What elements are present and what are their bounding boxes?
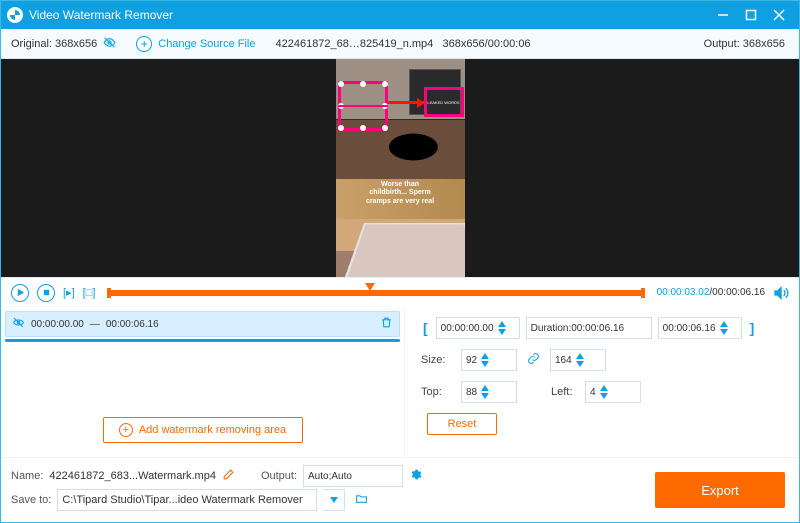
app-title: Video Watermark Remover <box>29 8 173 22</box>
duration-field[interactable]: Duration:00:00:06.16 <box>526 317 652 339</box>
size-height-field[interactable]: 164 <box>550 349 606 371</box>
playback-controls: [▸] [□] 00:00:03.02/00:00:06.16 <box>1 277 799 307</box>
range-out-field[interactable]: 00:00:06.16 <box>658 317 742 339</box>
watermark-properties-panel: [ 00:00:00.00 Duration:00:00:06.16 00:00… <box>405 307 799 457</box>
spinner-down-icon[interactable] <box>718 328 730 336</box>
saveto-label: Save to: <box>11 494 51 506</box>
video-caption: Worse than childbirth... Sperm cramps ar… <box>344 181 457 206</box>
watermark-region-icon <box>12 316 25 332</box>
export-button[interactable]: Export <box>655 472 785 508</box>
mark-out-button[interactable]: [□] <box>83 284 96 302</box>
size-label: Size: <box>421 354 455 366</box>
spinner-down-icon[interactable] <box>574 360 586 368</box>
play-button[interactable] <box>11 284 29 302</box>
spinner-down-icon[interactable] <box>598 392 610 400</box>
change-source-label: Change Source File <box>158 38 255 50</box>
bracket-in-icon[interactable]: [ <box>421 320 430 336</box>
segment-end: 00:00:06.16 <box>106 319 159 330</box>
spinner-down-icon[interactable] <box>479 360 491 368</box>
result-box: LEAKED WORDS <box>424 87 464 117</box>
plus-icon: + <box>136 36 152 52</box>
plus-icon: + <box>119 423 133 437</box>
mark-in-button[interactable]: [▸] <box>63 284 75 302</box>
toolbar: Original: 368x656 + Change Source File 4… <box>1 29 799 59</box>
reset-button[interactable]: Reset <box>427 413 497 435</box>
spinner-up-icon[interactable] <box>479 352 491 360</box>
spinner-up-icon[interactable] <box>496 320 508 328</box>
spinner-up-icon[interactable] <box>479 384 491 392</box>
time-display: 00:00:03.02/00:00:06.16 <box>657 287 765 298</box>
bracket-out-icon[interactable]: ] <box>748 320 757 336</box>
minimize-button[interactable] <box>709 1 737 29</box>
source-file-info: 422461872_68…825419_n.mp4 368x656/00:00:… <box>265 29 693 58</box>
output-settings-icon[interactable] <box>409 468 422 484</box>
watermark-segment-item[interactable]: 00:00:00.00 — 00:00:06.16 <box>5 311 400 337</box>
spinner-up-icon[interactable] <box>598 384 610 392</box>
video-frame: LEAKED WORDS Worse than childbirth... Sp… <box>336 59 465 277</box>
preview-toggle-icon[interactable] <box>103 36 116 52</box>
original-label: Original: <box>11 38 52 50</box>
spinner-down-icon[interactable] <box>496 328 508 336</box>
left-label: Left: <box>551 386 579 398</box>
name-label: Name: <box>11 470 43 482</box>
source-meta: 368x656/00:00:06 <box>442 38 530 50</box>
source-filename: 422461872_68…825419_n.mp4 <box>275 38 433 50</box>
open-folder-icon[interactable] <box>355 492 368 508</box>
arrow-icon <box>388 101 424 104</box>
spinner-up-icon[interactable] <box>574 352 586 360</box>
size-width-field[interactable]: 92 <box>461 349 517 371</box>
range-end-handle[interactable] <box>641 288 645 298</box>
output-dimensions: 368x656 <box>743 38 785 50</box>
change-source-button[interactable]: + Change Source File <box>126 29 265 58</box>
watermark-list-panel: 00:00:00.00 — 00:00:06.16 + Add watermar… <box>1 307 405 457</box>
stop-button[interactable] <box>37 284 55 302</box>
output-filename: 422461872_683...Watermark.mp4 <box>49 470 216 482</box>
maximize-button[interactable] <box>737 1 765 29</box>
output-format-label: Output: <box>261 470 297 482</box>
saveto-path-field[interactable]: C:\Tipard Studio\Tipar...ideo Watermark … <box>57 489 317 511</box>
link-aspect-icon[interactable] <box>527 352 540 368</box>
add-button-label: Add watermark removing area <box>139 424 286 436</box>
output-label: Output: <box>704 38 740 50</box>
delete-segment-icon[interactable] <box>380 316 393 332</box>
range-in-field[interactable]: 00:00:00.00 <box>436 317 520 339</box>
title-bar: Video Watermark Remover <box>1 1 799 29</box>
watermark-selection-box[interactable] <box>338 81 388 131</box>
output-format-field[interactable]: Auto;Auto <box>303 465 403 487</box>
left-field[interactable]: 4 <box>585 381 641 403</box>
close-button[interactable] <box>765 1 793 29</box>
original-dimensions: 368x656 <box>55 38 97 50</box>
edit-name-icon[interactable] <box>222 468 235 484</box>
segment-start: 00:00:00.00 <box>31 319 84 330</box>
volume-icon[interactable] <box>773 285 789 301</box>
playhead-handle[interactable] <box>365 283 375 296</box>
video-preview[interactable]: LEAKED WORDS Worse than childbirth... Sp… <box>1 59 799 277</box>
spinner-down-icon[interactable] <box>479 392 491 400</box>
saveto-dropdown-button[interactable] <box>323 489 345 511</box>
add-watermark-area-button[interactable]: + Add watermark removing area <box>103 417 303 443</box>
spinner-up-icon[interactable] <box>718 320 730 328</box>
timeline-slider[interactable] <box>107 290 644 296</box>
top-label: Top: <box>421 386 455 398</box>
top-field[interactable]: 88 <box>461 381 517 403</box>
range-start-handle[interactable] <box>107 288 111 298</box>
app-logo-icon <box>7 7 23 23</box>
